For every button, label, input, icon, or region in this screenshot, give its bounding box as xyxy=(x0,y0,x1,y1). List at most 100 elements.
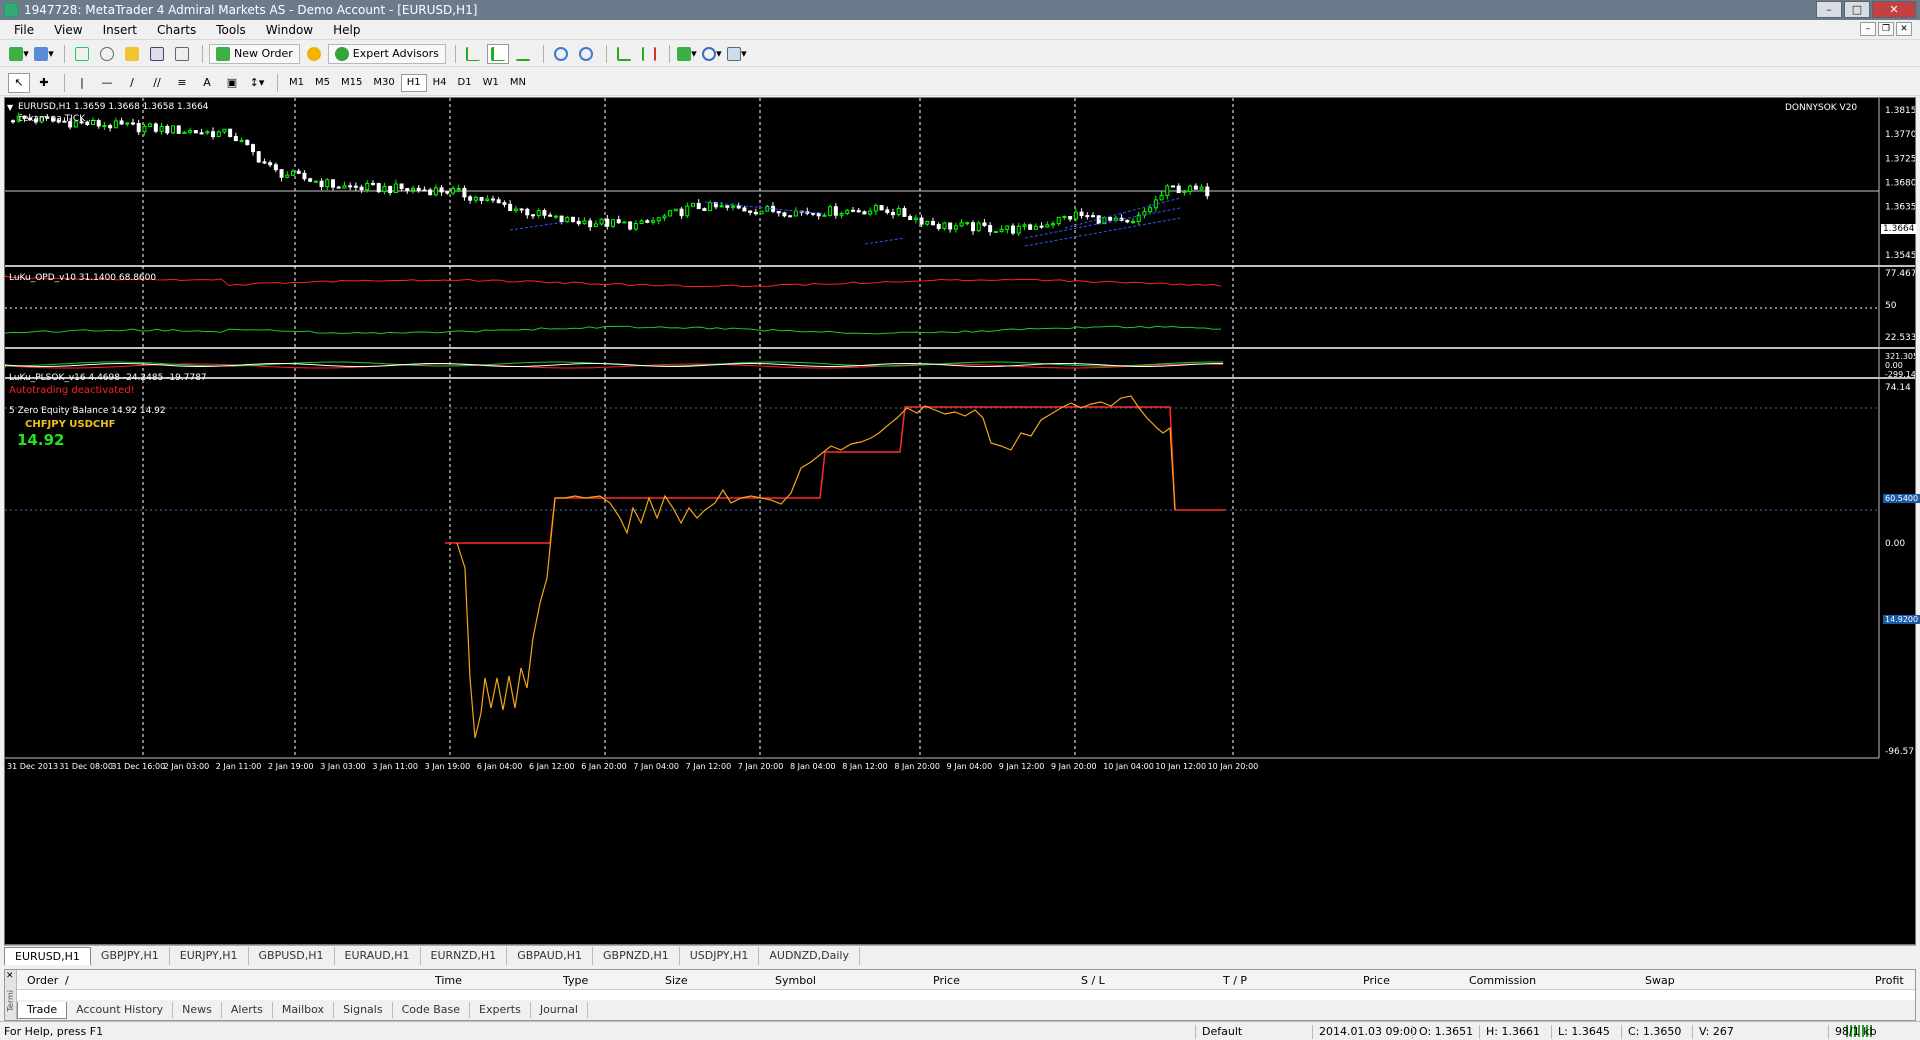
chart-menu-icon[interactable]: ▼ xyxy=(7,103,13,112)
menu-file[interactable]: File xyxy=(4,23,44,37)
timeframe-m5[interactable]: M5 xyxy=(310,74,335,92)
mdi-minimize-button[interactable]: – xyxy=(1860,22,1876,36)
close-button[interactable]: ✕ xyxy=(1872,1,1916,18)
col-swap[interactable]: Swap xyxy=(1645,974,1675,987)
crosshair-button[interactable]: ✚ xyxy=(33,73,55,93)
new-order-button[interactable]: New Order xyxy=(209,43,300,64)
menu-tools[interactable]: Tools xyxy=(206,23,256,37)
terminal-tab-journal[interactable]: Journal xyxy=(531,1002,588,1018)
periods-button[interactable]: ▾ xyxy=(701,44,723,64)
col-sl[interactable]: S / L xyxy=(1081,974,1105,987)
timeframe-m15[interactable]: M15 xyxy=(336,74,367,92)
zoom-out-icon xyxy=(578,46,593,61)
mdi-close-button[interactable]: ✕ xyxy=(1896,22,1912,36)
bar-chart-icon xyxy=(465,46,480,61)
col-profit[interactable]: Profit xyxy=(1875,974,1904,987)
candle-body xyxy=(388,185,393,194)
tester-button[interactable] xyxy=(171,44,193,64)
terminal-tab-news[interactable]: News xyxy=(173,1002,222,1018)
osc2-tick-label: 321.3054 xyxy=(1885,352,1915,361)
timeframe-d1[interactable]: D1 xyxy=(453,74,477,92)
chart-tab-gbpaud[interactable]: GBPAUD,H1 xyxy=(507,946,594,965)
text-button[interactable]: A xyxy=(196,73,218,93)
auto-scroll-button[interactable] xyxy=(613,44,635,64)
separator xyxy=(454,44,456,63)
minimize-button[interactable]: – xyxy=(1816,1,1842,18)
terminal-tab-code-base[interactable]: Code Base xyxy=(393,1002,471,1018)
terminal-tab-signals[interactable]: Signals xyxy=(334,1002,393,1018)
menu-help[interactable]: Help xyxy=(323,23,370,37)
chart-tab-euraud[interactable]: EURAUD,H1 xyxy=(335,946,421,965)
menu-charts[interactable]: Charts xyxy=(147,23,206,37)
chart-tab-gbpusd[interactable]: GBPUSD,H1 xyxy=(249,946,335,965)
timeframe-m1[interactable]: M1 xyxy=(284,74,309,92)
timeframe-mn[interactable]: MN xyxy=(505,74,531,92)
zoom-out-button[interactable] xyxy=(575,44,597,64)
mdi-restore-button[interactable]: ❐ xyxy=(1878,22,1894,36)
zoom-in-button[interactable] xyxy=(550,44,572,64)
horizontal-line-button[interactable]: — xyxy=(96,73,118,93)
data-window-button[interactable] xyxy=(96,44,118,64)
chart-canvas[interactable]: 1.38151.37701.37251.36801.36351.35901.35… xyxy=(5,98,1915,944)
cursor-button[interactable]: ↖ xyxy=(8,72,30,93)
menu-view[interactable]: View xyxy=(44,23,92,37)
col-type[interactable]: Type xyxy=(563,974,588,987)
terminal-tab-experts[interactable]: Experts xyxy=(470,1002,531,1018)
bar-chart-button[interactable] xyxy=(462,44,484,64)
status-profile[interactable]: Default xyxy=(1195,1025,1242,1039)
timeframe-m30[interactable]: M30 xyxy=(368,74,399,92)
col-tp[interactable]: T / P xyxy=(1223,974,1247,987)
trendline-button[interactable]: ∕ xyxy=(121,73,143,93)
navigator-button[interactable] xyxy=(121,44,143,64)
menu-insert[interactable]: Insert xyxy=(93,23,147,37)
status-open: O: 1.3651 xyxy=(1412,1025,1473,1039)
terminal-button[interactable] xyxy=(146,44,168,64)
col-sort-indicator: / xyxy=(65,974,69,987)
profiles-button[interactable]: ▾ xyxy=(33,44,55,64)
text-label-button[interactable]: ▣ xyxy=(221,73,243,93)
templates-button[interactable]: ▾ xyxy=(726,44,748,64)
chart-tab-eurnzd[interactable]: EURNZD,H1 xyxy=(421,946,508,965)
candle-body xyxy=(1113,217,1118,221)
chart-shift-button[interactable] xyxy=(638,44,660,64)
chart-tab-gbpnzd[interactable]: GBPNZD,H1 xyxy=(593,946,680,965)
col-close-price[interactable]: Price xyxy=(1363,974,1390,987)
chart-tabs: EURUSD,H1 GBPJPY,H1 EURJPY,H1 GBPUSD,H1 … xyxy=(4,945,1916,965)
terminal-tab-trade[interactable]: Trade xyxy=(17,1001,68,1019)
col-commission[interactable]: Commission xyxy=(1469,974,1536,987)
maximize-button[interactable]: □ xyxy=(1844,1,1870,18)
col-time[interactable]: Time xyxy=(435,974,462,987)
terminal-tab-alerts[interactable]: Alerts xyxy=(222,1002,273,1018)
fibonacci-button[interactable]: ≡ xyxy=(171,73,193,93)
chart-tab-audnzd[interactable]: AUDNZD,Daily xyxy=(759,946,860,965)
col-order[interactable]: Order xyxy=(27,974,58,987)
line-chart-button[interactable] xyxy=(512,44,534,64)
chart-tab-gbpjpy[interactable]: GBPJPY,H1 xyxy=(91,946,170,965)
col-symbol[interactable]: Symbol xyxy=(775,974,816,987)
vertical-line-button[interactable]: | xyxy=(71,73,93,93)
new-chart-button[interactable]: ▾ xyxy=(8,44,30,64)
terminal-tab-mailbox[interactable]: Mailbox xyxy=(273,1002,335,1018)
market-watch-button[interactable] xyxy=(71,44,93,64)
arrows-button[interactable]: ↕▾ xyxy=(246,73,268,93)
terminal-side-label: Termi xyxy=(6,990,15,1012)
candle-body xyxy=(268,162,273,166)
candle-body xyxy=(188,130,193,133)
col-price[interactable]: Price xyxy=(933,974,960,987)
metaeditor-button[interactable] xyxy=(303,44,325,64)
chart-window[interactable]: 1.38151.37701.37251.36801.36351.35901.35… xyxy=(4,97,1920,945)
timeframe-h1[interactable]: H1 xyxy=(400,73,427,92)
terminal-tab-account-history[interactable]: Account History xyxy=(67,1002,174,1018)
menu-window[interactable]: Window xyxy=(256,23,323,37)
candlestick-button[interactable] xyxy=(486,43,509,64)
timeframe-w1[interactable]: W1 xyxy=(478,74,504,92)
chart-tab-eurjpy[interactable]: EURJPY,H1 xyxy=(170,946,249,965)
chart-tab-eurusd[interactable]: EURUSD,H1 xyxy=(4,946,91,965)
col-size[interactable]: Size xyxy=(665,974,688,987)
timeframe-h4[interactable]: H4 xyxy=(428,74,452,92)
expert-advisors-button[interactable]: Expert Advisors xyxy=(327,43,446,64)
terminal-close-icon[interactable]: ✕ xyxy=(6,971,14,981)
channel-button[interactable]: ∕∕ xyxy=(146,73,168,93)
chart-tab-usdjpy[interactable]: USDJPY,H1 xyxy=(680,946,760,965)
indicators-button[interactable]: ▾ xyxy=(676,44,698,64)
